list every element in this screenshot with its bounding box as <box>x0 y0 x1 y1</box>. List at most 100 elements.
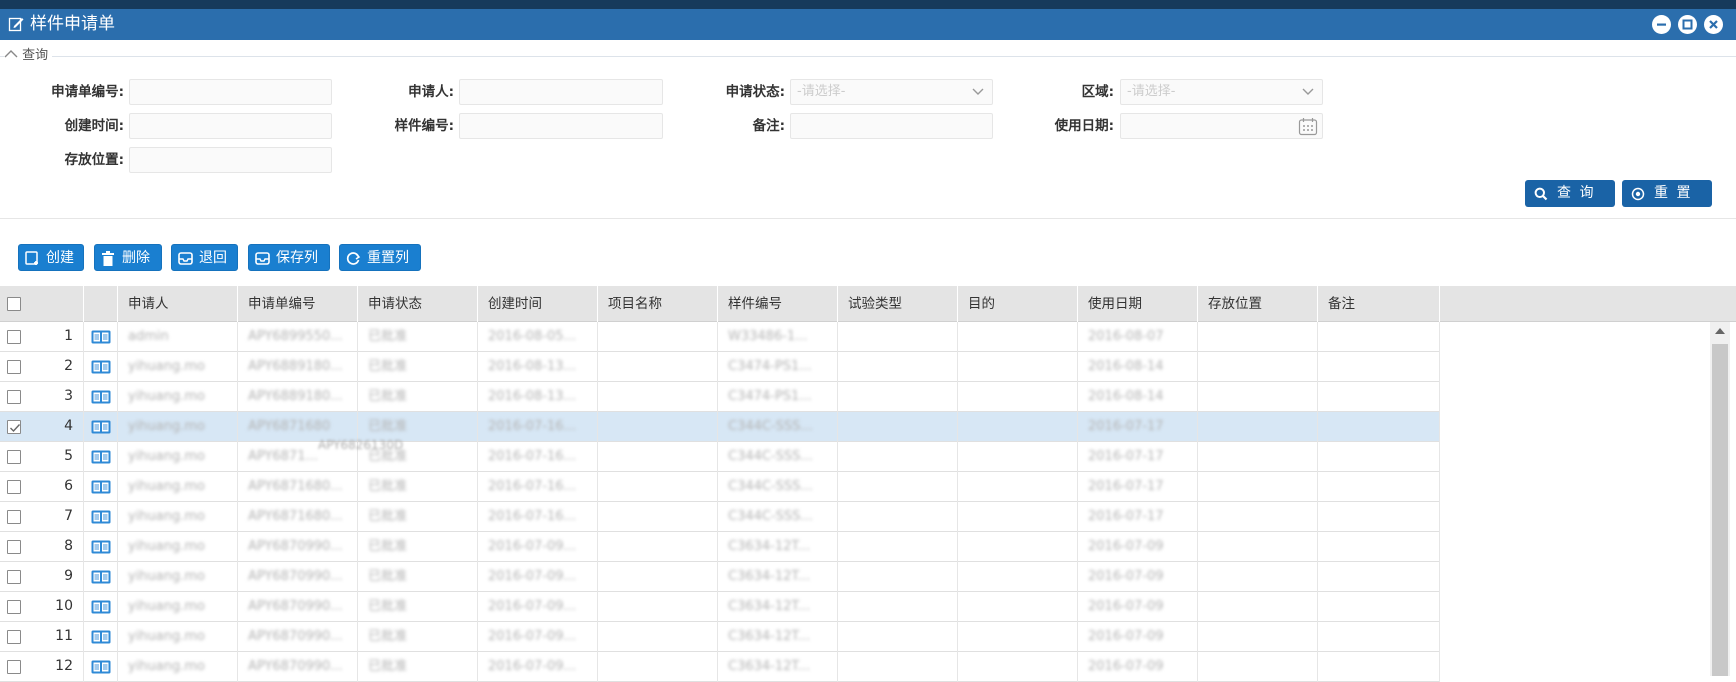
book-icon[interactable] <box>91 570 111 584</box>
row-number: 5 <box>64 448 73 464</box>
table-row[interactable]: 3 yihuang.mo APY6889180... 已批准 2016-08-13...… <box>0 382 1440 412</box>
row-checkbox[interactable] <box>7 330 21 344</box>
cell-project <box>598 472 718 502</box>
header-sample-no[interactable]: 样件编号 <box>718 286 838 322</box>
cell-applicant: yihuang.mo <box>118 592 238 622</box>
save-columns-button[interactable]: 保存列 <box>248 244 330 271</box>
cell-project <box>598 562 718 592</box>
header-location[interactable]: 存放位置 <box>1198 286 1318 322</box>
header-app-no[interactable]: 申请单编号 <box>238 286 358 322</box>
header-project[interactable]: 项目名称 <box>598 286 718 322</box>
cell-sample-no: C3634-12T... <box>718 652 838 682</box>
table-row[interactable]: 2 yihuang.mo APY6889180... 已批准 2016-08-13...… <box>0 352 1440 382</box>
header-purpose[interactable]: 目的 <box>958 286 1078 322</box>
book-icon[interactable] <box>91 360 111 374</box>
table-row[interactable]: 1 admin APY6899550... 已批准 2016-08-05... W3348… <box>0 322 1440 352</box>
table-row[interactable]: 12 yihuang.mo APY6870990... 已批准 2016-07-09..… <box>0 652 1440 682</box>
row-checkbox[interactable] <box>7 360 21 374</box>
header-view <box>84 286 118 322</box>
return-button[interactable]: 退回 <box>171 244 238 271</box>
header-remark[interactable]: 备注 <box>1318 286 1440 322</box>
reset-icon <box>1631 187 1645 201</box>
row-checkbox[interactable] <box>7 480 21 494</box>
refresh-icon <box>346 252 361 265</box>
row-checkbox[interactable] <box>7 660 21 674</box>
book-icon[interactable] <box>91 540 111 554</box>
row-checkbox[interactable] <box>7 510 21 524</box>
row-checkbox[interactable] <box>7 570 21 584</box>
close-button[interactable] <box>1704 15 1723 34</box>
book-icon[interactable] <box>91 660 111 674</box>
table-row[interactable]: 8 yihuang.mo APY6870990... 已批准 2016-07-09...… <box>0 532 1440 562</box>
table-row[interactable]: 6 yihuang.mo APY6871680... 已批准 2016-07-16...… <box>0 472 1440 502</box>
app-no-input[interactable] <box>129 79 332 105</box>
book-icon[interactable] <box>91 450 111 464</box>
book-icon[interactable] <box>91 510 111 524</box>
cell-project <box>598 532 718 562</box>
location-input[interactable] <box>129 147 332 173</box>
cell-sample-no: C3634-12T... <box>718 562 838 592</box>
remark-input[interactable] <box>790 113 993 139</box>
minimize-button[interactable] <box>1652 15 1671 34</box>
cell-applicant: yihuang.mo <box>118 622 238 652</box>
use-date-label: 使用日期: <box>1054 118 1114 134</box>
applicant-input[interactable] <box>459 79 663 105</box>
calendar-icon[interactable] <box>1298 117 1318 136</box>
cell-test-type <box>838 652 958 682</box>
arrow-up-icon[interactable] <box>1714 326 1726 336</box>
row-checkbox[interactable] <box>7 600 21 614</box>
header-use-date[interactable]: 使用日期 <box>1078 286 1198 322</box>
table-row[interactable]: 11 yihuang.mo APY6870990... 已批准 2016-07-09..… <box>0 622 1440 652</box>
status-select[interactable]: -请选择- <box>790 79 993 105</box>
region-select[interactable]: -请选择- <box>1120 79 1323 105</box>
cell-purpose <box>958 442 1078 472</box>
cell-sample-no-text: C3634-12T... <box>728 539 811 554</box>
table-row[interactable]: 4 yihuang.mo APY6871680 已批准 2016-07-16... C34… <box>0 412 1440 442</box>
cell-location <box>1198 532 1318 562</box>
reset-button[interactable]: 重 置 <box>1622 180 1712 207</box>
header-test-type[interactable]: 试验类型 <box>838 286 958 322</box>
cell-app-no: APY6870990... <box>238 622 358 652</box>
row-checkbox[interactable] <box>7 420 21 434</box>
reset-columns-button[interactable]: 重置列 <box>339 244 421 271</box>
created-input[interactable] <box>129 113 332 139</box>
book-icon[interactable] <box>91 600 111 614</box>
rownum-cell: 9 <box>27 562 84 592</box>
book-icon[interactable] <box>91 420 111 434</box>
scrollbar-thumb[interactable] <box>1712 344 1728 676</box>
query-legend[interactable]: 查询 <box>4 47 53 65</box>
row-checkbox[interactable] <box>7 540 21 554</box>
cell-location <box>1198 322 1318 352</box>
row-checkbox[interactable] <box>7 390 21 404</box>
table-row[interactable]: 9 yihuang.mo APY6870990... 已批准 2016-07-09...… <box>0 562 1440 592</box>
cell-status: 已批准 <box>358 352 478 382</box>
table-row[interactable]: 10 yihuang.mo APY6870990... 已批准 2016-07-09..… <box>0 592 1440 622</box>
cell-test-type <box>838 352 958 382</box>
cell-created-text: 2016-07-09... <box>488 629 576 644</box>
cell-use-date-text: 2016-07-09 <box>1088 659 1164 674</box>
cell-app-no-text: APY6870990... <box>248 659 343 674</box>
search-button[interactable]: 查 询 <box>1525 180 1615 207</box>
maximize-button[interactable] <box>1678 15 1697 34</box>
book-icon[interactable] <box>91 630 111 644</box>
header-created[interactable]: 创建时间 <box>478 286 598 322</box>
cell-project <box>598 502 718 532</box>
cell-app-no-text: APY6871680... <box>248 509 343 524</box>
book-icon[interactable] <box>91 390 111 404</box>
header-status[interactable]: 申请状态 <box>358 286 478 322</box>
table-row[interactable]: 7 yihuang.mo APY6871680... 已批准 2016-07-16...… <box>0 502 1440 532</box>
create-button[interactable]: 创建 <box>18 244 84 271</box>
table-row[interactable]: 5 yihuang.mo APY6871... 已批准 2016-07-16... C34… <box>0 442 1440 472</box>
book-icon[interactable] <box>91 480 111 494</box>
select-all-checkbox[interactable] <box>7 297 21 311</box>
sample-no-input[interactable] <box>459 113 663 139</box>
use-date-input[interactable] <box>1120 113 1323 139</box>
vertical-scrollbar[interactable] <box>1710 322 1730 676</box>
cell-use-date: 2016-07-09 <box>1078 592 1198 622</box>
cell-applicant-text: yihuang.mo <box>128 509 205 524</box>
header-applicant[interactable]: 申请人 <box>118 286 238 322</box>
row-checkbox[interactable] <box>7 630 21 644</box>
book-icon[interactable] <box>91 330 111 344</box>
row-checkbox[interactable] <box>7 450 21 464</box>
delete-button[interactable]: 删除 <box>94 244 162 271</box>
